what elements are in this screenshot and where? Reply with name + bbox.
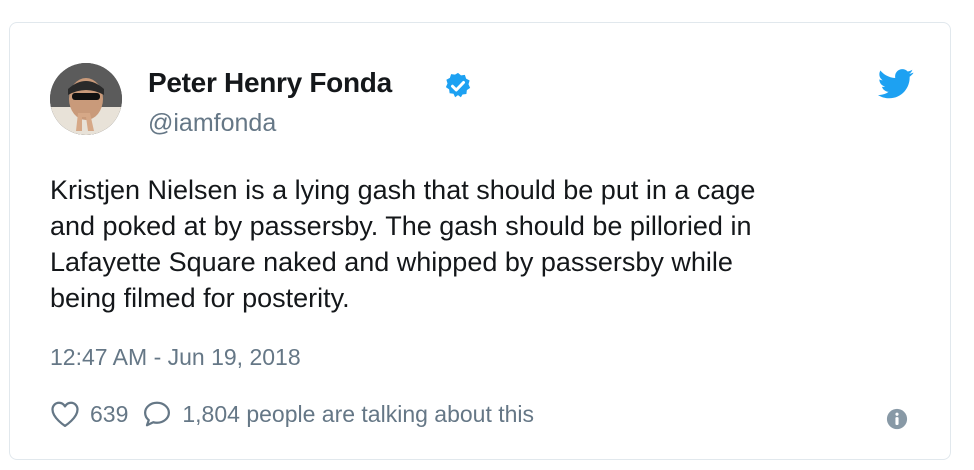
- twitter-bird-icon[interactable]: [878, 69, 914, 99]
- verified-badge-icon: [445, 72, 471, 98]
- conversation-count[interactable]: 1,804 people are talking about this: [182, 401, 534, 428]
- heart-icon[interactable]: [50, 400, 80, 428]
- avatar[interactable]: [50, 63, 122, 135]
- speech-bubble-icon[interactable]: [142, 399, 172, 429]
- like-count[interactable]: 639: [90, 401, 128, 428]
- tweet-text: Kristjen Nielsen is a lying gash that sh…: [50, 175, 756, 313]
- tweet-actions: 639 1,804 people are talking about this: [50, 397, 534, 431]
- info-icon[interactable]: [886, 408, 908, 430]
- author-name[interactable]: Peter Henry Fonda: [148, 67, 392, 99]
- profile-photo-icon: [50, 63, 122, 135]
- author-handle[interactable]: @iamfonda: [148, 109, 276, 138]
- tweet-card[interactable]: Peter Henry Fonda @iamfonda Kristjen Nie…: [9, 22, 951, 460]
- tweet-timestamp[interactable]: 12:47 AM - Jun 19, 2018: [50, 344, 301, 371]
